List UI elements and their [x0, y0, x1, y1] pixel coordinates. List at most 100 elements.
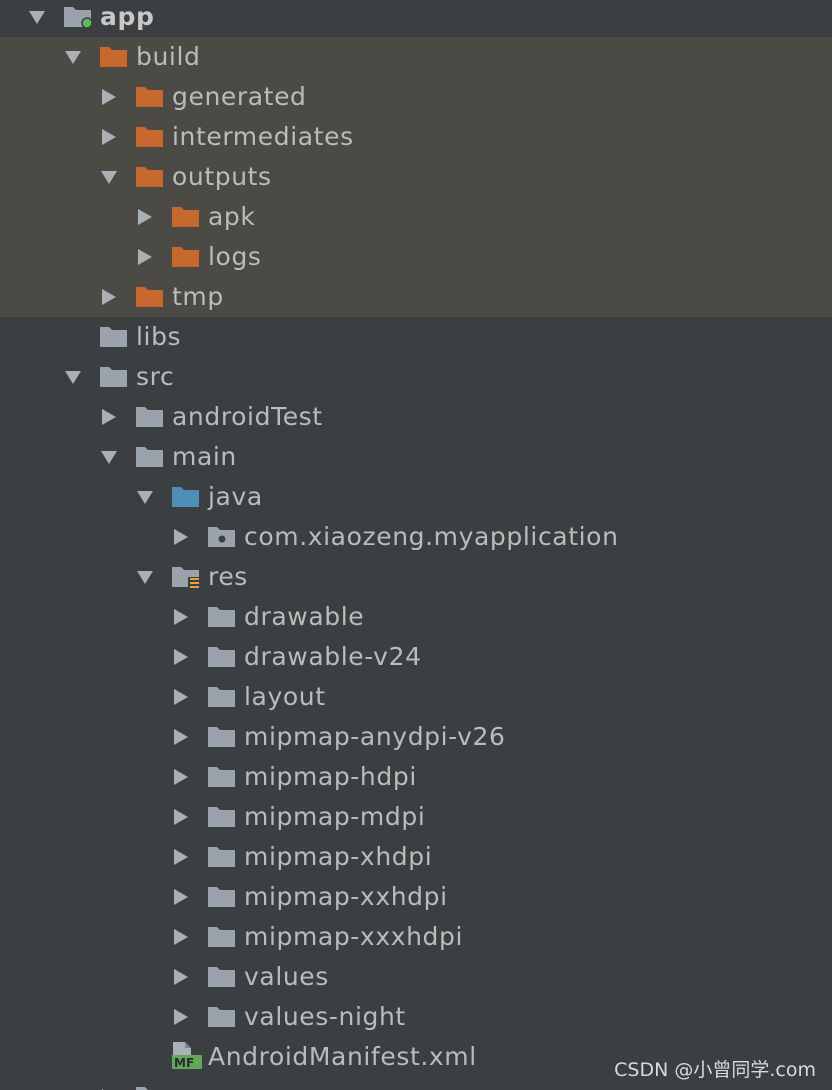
folder-icon	[208, 647, 235, 667]
tree-row-src[interactable]: src	[0, 357, 832, 397]
folder-icon	[208, 927, 235, 947]
collapsed-arrow-icon[interactable]	[172, 528, 190, 546]
tree-row-mipmap-mdpi[interactable]: mipmap-mdpi	[0, 797, 832, 837]
resource-folder-icon	[172, 567, 200, 589]
collapsed-arrow-icon[interactable]	[136, 248, 154, 266]
tree-row-layout[interactable]: layout	[0, 677, 832, 717]
tree-row-label: java	[208, 482, 263, 511]
collapsed-arrow-icon[interactable]	[172, 648, 190, 666]
tree-row-label: generated	[172, 82, 307, 111]
package-icon	[208, 527, 235, 547]
manifest-file-icon: MF	[172, 1042, 202, 1070]
collapsed-arrow-icon[interactable]	[172, 1008, 190, 1026]
tree-row-build[interactable]: build	[0, 37, 832, 77]
folder-icon	[100, 327, 127, 347]
tree-row-label: mipmap-xxxhdpi	[244, 922, 464, 951]
tree-row-drawable[interactable]: drawable	[0, 597, 832, 637]
project-tree: app build generated intermediates output…	[0, 0, 832, 1090]
expanded-arrow-icon[interactable]	[64, 48, 82, 66]
tree-row-label: values-night	[244, 1002, 406, 1031]
expanded-arrow-icon[interactable]	[100, 448, 118, 466]
tree-row-label: layout	[244, 682, 326, 711]
tree-row-label: src	[136, 362, 175, 391]
folder-icon	[208, 727, 235, 747]
collapsed-arrow-icon[interactable]	[100, 288, 118, 306]
expanded-arrow-icon[interactable]	[136, 568, 154, 586]
tree-row-package[interactable]: com.xiaozeng.myapplication	[0, 517, 832, 557]
tree-row-java[interactable]: java	[0, 477, 832, 517]
tree-row-label: tmp	[172, 282, 224, 311]
tree-row-androidtest[interactable]: androidTest	[0, 397, 832, 437]
tree-row-label: outputs	[172, 162, 272, 191]
tree-row-apk[interactable]: apk	[0, 197, 832, 237]
folder-icon	[208, 687, 235, 707]
folder-icon	[136, 447, 163, 467]
collapsed-arrow-icon[interactable]	[100, 128, 118, 146]
tree-row-label: AndroidManifest.xml	[208, 1042, 477, 1071]
folder-icon	[208, 847, 235, 867]
tree-row-label: logs	[208, 242, 262, 271]
folder-icon	[208, 767, 235, 787]
tree-row-mipmap-hdpi[interactable]: mipmap-hdpi	[0, 757, 832, 797]
excluded-folder-icon	[172, 207, 199, 227]
excluded-folder-icon	[136, 287, 163, 307]
tree-row-values[interactable]: values	[0, 957, 832, 997]
tree-row-logs[interactable]: logs	[0, 237, 832, 277]
folder-icon	[136, 1087, 163, 1090]
tree-row-drawable-v24[interactable]: drawable-v24	[0, 637, 832, 677]
source-root-folder-icon	[172, 487, 199, 507]
tree-row-tmp[interactable]: tmp	[0, 277, 832, 317]
folder-icon	[100, 367, 127, 387]
collapsed-arrow-icon[interactable]	[172, 968, 190, 986]
tree-row-label: res	[208, 562, 248, 591]
folder-icon	[208, 887, 235, 907]
expanded-arrow-icon[interactable]	[136, 488, 154, 506]
excluded-folder-icon	[136, 167, 163, 187]
tree-row-label: mipmap-xhdpi	[244, 842, 433, 871]
collapsed-arrow-icon[interactable]	[100, 408, 118, 426]
tree-row-label: androidTest	[172, 402, 323, 431]
module-folder-icon	[64, 7, 93, 29]
tree-row-label: app	[100, 2, 155, 31]
folder-icon	[208, 807, 235, 827]
tree-row-label: drawable	[244, 602, 365, 631]
collapsed-arrow-icon[interactable]	[100, 88, 118, 106]
tree-row-generated[interactable]: generated	[0, 77, 832, 117]
tree-row-mipmap-xxxhdpi[interactable]: mipmap-xxxhdpi	[0, 917, 832, 957]
excluded-folder-icon	[172, 247, 199, 267]
tree-row-main[interactable]: main	[0, 437, 832, 477]
tree-row-intermediates[interactable]: intermediates	[0, 117, 832, 157]
tree-row-outputs[interactable]: outputs	[0, 157, 832, 197]
tree-row-mipmap-xxhdpi[interactable]: mipmap-xxhdpi	[0, 877, 832, 917]
tree-row-app[interactable]: app	[0, 0, 832, 37]
collapsed-arrow-icon[interactable]	[172, 688, 190, 706]
tree-row-mipmap-xhdpi[interactable]: mipmap-xhdpi	[0, 837, 832, 877]
collapsed-arrow-icon[interactable]	[172, 768, 190, 786]
tree-row-libs[interactable]: libs	[0, 317, 832, 357]
collapsed-arrow-icon[interactable]	[172, 608, 190, 626]
tree-row-label: com.xiaozeng.myapplication	[244, 522, 619, 551]
tree-row-label: values	[244, 962, 329, 991]
expanded-arrow-icon[interactable]	[28, 8, 46, 26]
tree-row-label: mipmap-anydpi-v26	[244, 722, 506, 751]
tree-row-mipmap-anydpi-v26[interactable]: mipmap-anydpi-v26	[0, 717, 832, 757]
tree-row-res[interactable]: res	[0, 557, 832, 597]
collapsed-arrow-icon[interactable]	[172, 888, 190, 906]
collapsed-arrow-icon[interactable]	[172, 848, 190, 866]
collapsed-arrow-icon[interactable]	[136, 208, 154, 226]
tree-row-label: apk	[208, 202, 256, 231]
tree-row-label: mipmap-xxhdpi	[244, 882, 448, 911]
tree-row-label: drawable-v24	[244, 642, 422, 671]
collapsed-arrow-icon[interactable]	[172, 928, 190, 946]
collapsed-arrow-icon[interactable]	[172, 808, 190, 826]
excluded-folder-icon	[100, 47, 127, 67]
tree-row-label: build	[136, 42, 201, 71]
tree-row-values-night[interactable]: values-night	[0, 997, 832, 1037]
collapsed-arrow-icon[interactable]	[172, 728, 190, 746]
watermark-text: CSDN @小曾同学.com	[614, 1059, 816, 1081]
expanded-arrow-icon[interactable]	[100, 168, 118, 186]
expanded-arrow-icon[interactable]	[64, 368, 82, 386]
tree-row-label: mipmap-mdpi	[244, 802, 426, 831]
tree-row-label: mipmap-hdpi	[244, 762, 417, 791]
tree-row-label: libs	[136, 322, 182, 351]
